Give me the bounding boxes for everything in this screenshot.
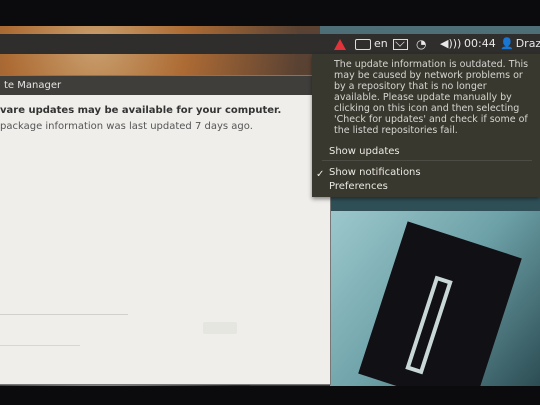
- top-panel: en ◔ ◀))) 00:44 👤 Draze: [0, 34, 540, 54]
- checkmark-icon: ✓: [316, 169, 325, 180]
- wifi-icon[interactable]: ◔: [416, 36, 426, 52]
- show-updates-menu-item[interactable]: Show updates: [329, 146, 400, 157]
- window-button[interactable]: [203, 322, 237, 334]
- keyboard-icon: [355, 38, 371, 50]
- keyboard-layout-label: en: [374, 37, 388, 50]
- user-name: Draze: [515, 37, 540, 50]
- update-alert-icon[interactable]: [334, 36, 346, 52]
- menu-separator: [322, 160, 532, 161]
- last-updated-text: package information was last updated 7 d…: [0, 121, 253, 132]
- user-menu[interactable]: 👤 Draze: [500, 36, 540, 52]
- mail-icon[interactable]: [393, 36, 408, 52]
- user-icon: 👤: [500, 37, 514, 50]
- update-manager-window: te Manager vare updates may be available…: [0, 76, 334, 384]
- preferences-menu-item[interactable]: Preferences: [329, 181, 388, 192]
- divider: [0, 345, 80, 346]
- volume-icon[interactable]: ◀))): [440, 36, 461, 52]
- clock[interactable]: 00:44: [464, 36, 496, 52]
- update-indicator-menu: The update information is outdated. This…: [312, 54, 540, 197]
- updates-available-heading: vare updates may be available for your c…: [0, 105, 282, 116]
- window-title: te Manager: [0, 76, 334, 95]
- keyboard-indicator[interactable]: en: [355, 36, 388, 52]
- show-notifications-menu-item[interactable]: Show notifications: [329, 167, 421, 178]
- divider: [0, 314, 128, 315]
- outdated-info-message: The update information is outdated. This…: [334, 59, 529, 136]
